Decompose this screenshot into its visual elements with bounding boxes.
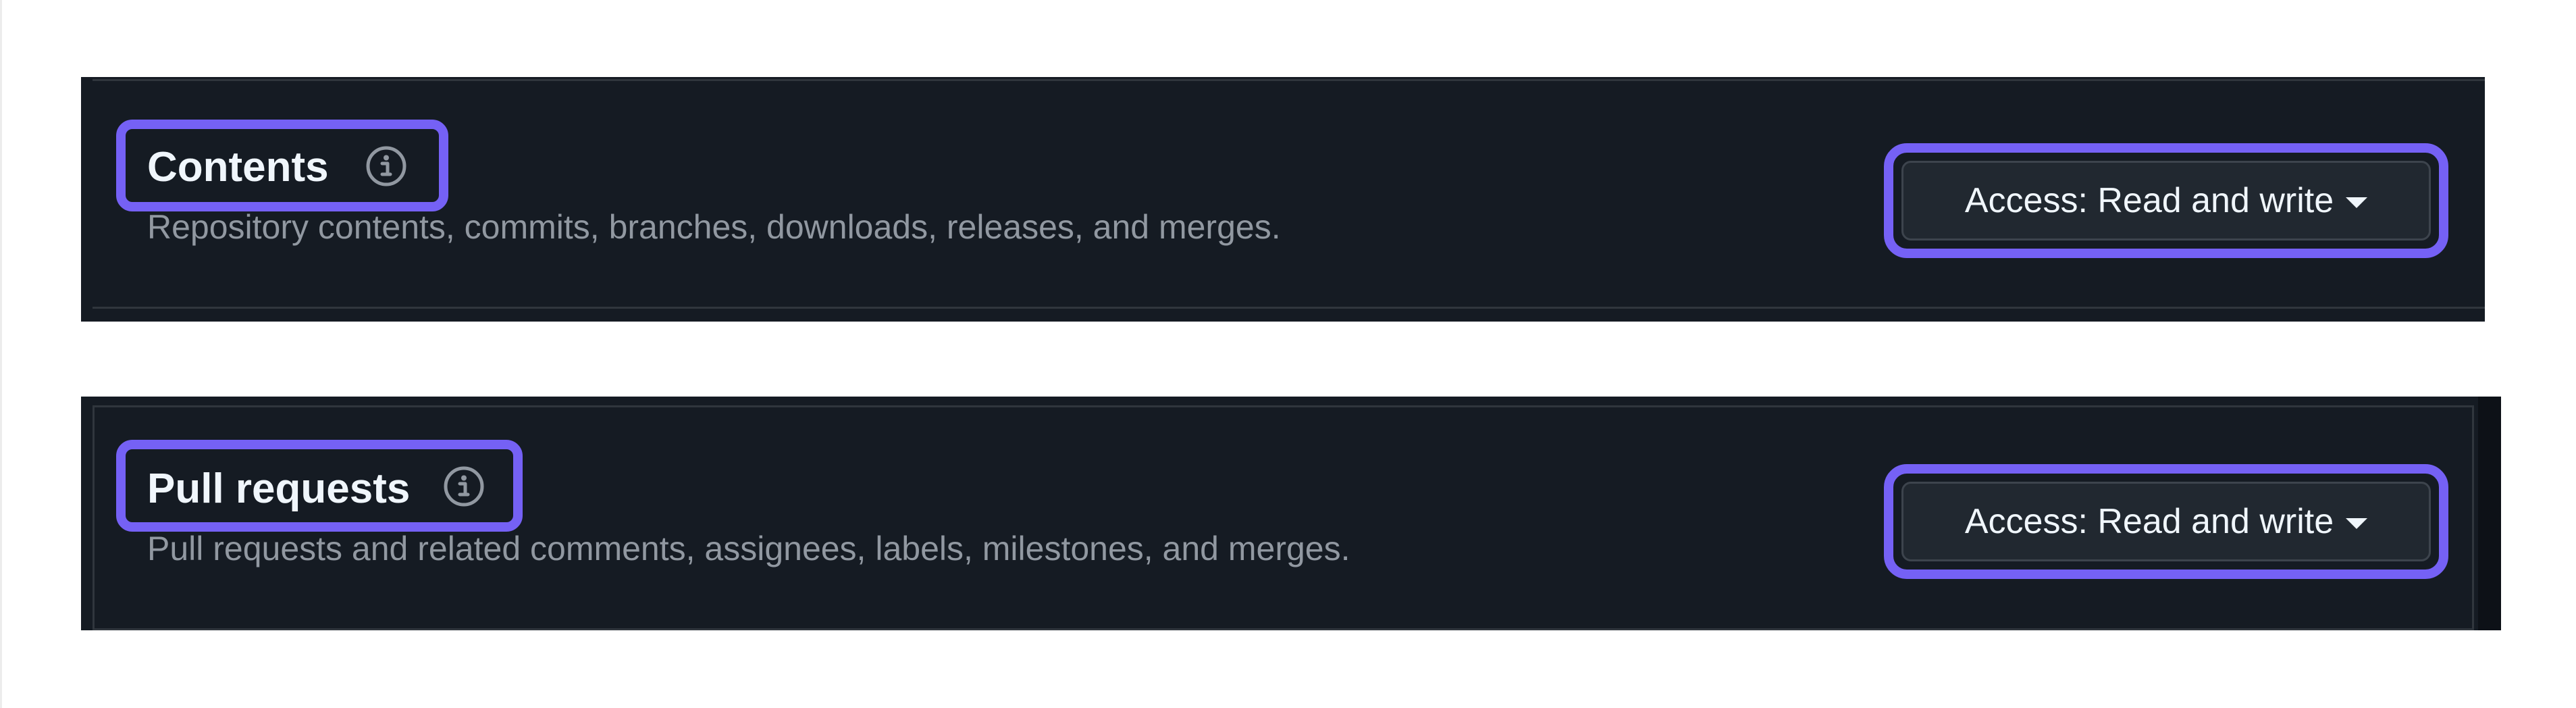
access-level-label: Access: Read and write bbox=[1964, 181, 2334, 220]
access-level-label: Access: Read and write bbox=[1964, 502, 2334, 541]
info-circle-icon[interactable] bbox=[442, 465, 485, 508]
row-divider bbox=[93, 307, 2485, 309]
info-circle-icon[interactable] bbox=[365, 145, 408, 188]
permission-row-contents: Contents Repository contents, commits, b… bbox=[81, 77, 2485, 322]
panel-edge bbox=[2478, 397, 2501, 630]
access-level-dropdown[interactable]: Access: Read and write bbox=[1901, 161, 2431, 241]
caret-down-icon bbox=[2346, 197, 2368, 208]
button-highlight: Access: Read and write bbox=[1884, 143, 2448, 258]
permission-title: Pull requests bbox=[147, 465, 411, 512]
access-level-dropdown[interactable]: Access: Read and write bbox=[1901, 482, 2431, 561]
caret-down-icon bbox=[2346, 518, 2368, 529]
permission-description: Pull requests and related comments, assi… bbox=[147, 530, 1350, 567]
screenshot-canvas: Contents Repository contents, commits, b… bbox=[0, 0, 2576, 708]
permission-title: Contents bbox=[147, 144, 329, 191]
button-highlight: Access: Read and write bbox=[1884, 464, 2448, 579]
permission-row-pull-requests: Pull requests Pull requests and related … bbox=[81, 397, 2501, 630]
permission-description: Repository contents, commits, branches, … bbox=[147, 208, 1281, 246]
